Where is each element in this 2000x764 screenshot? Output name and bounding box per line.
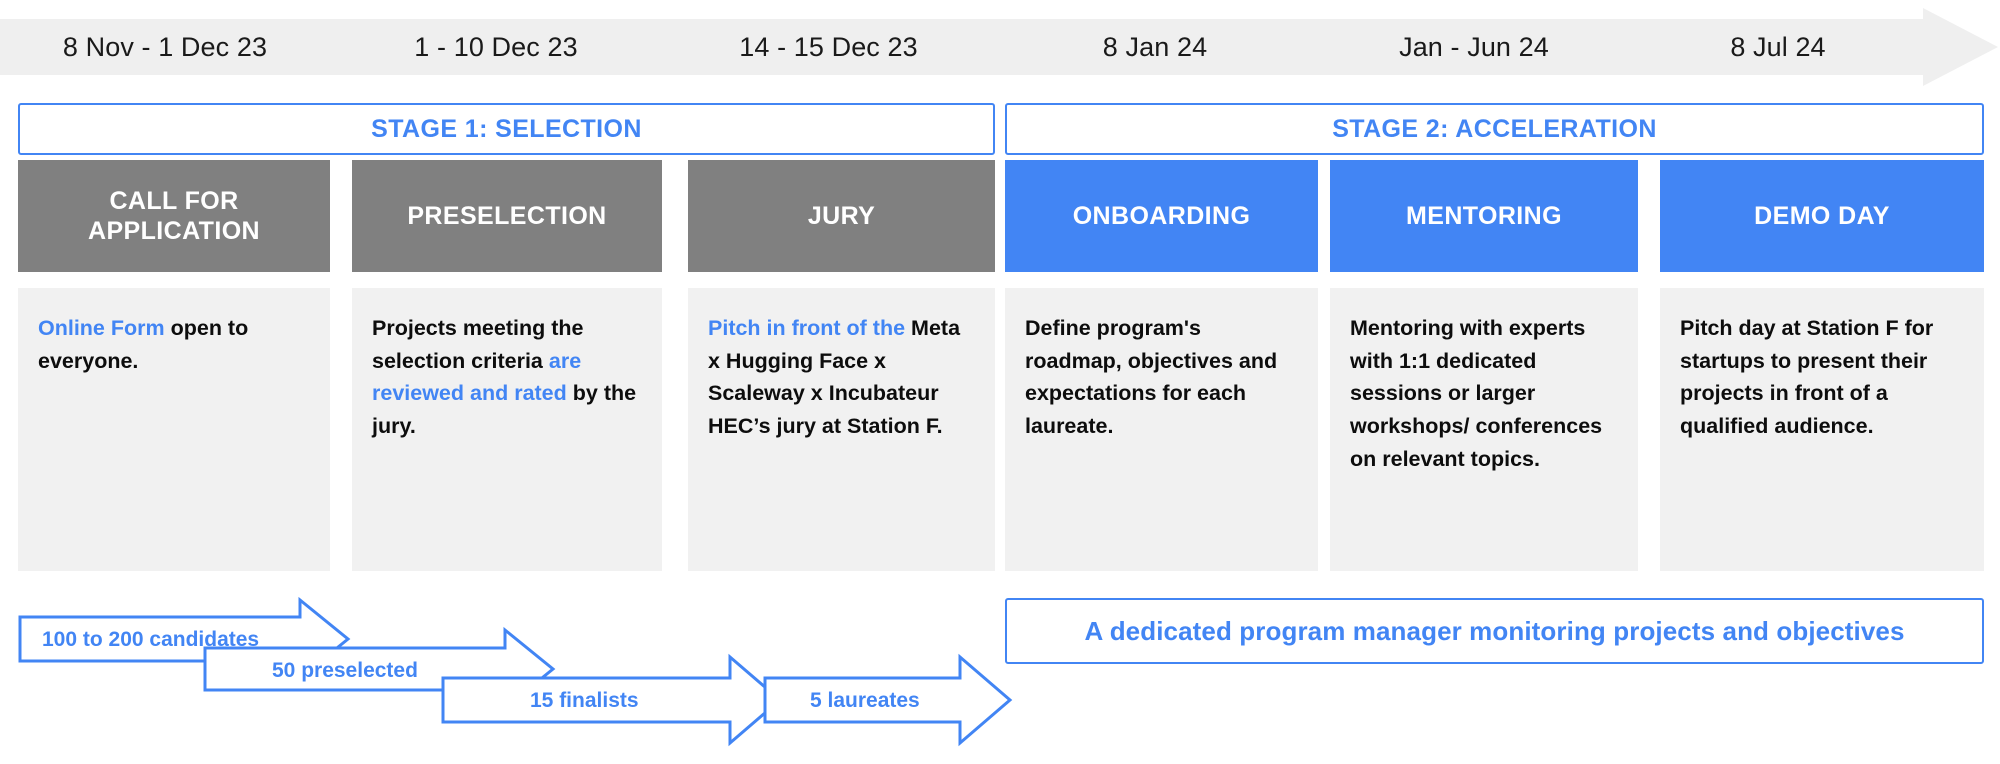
phase-body-text: Pitch in front of the Meta x Hugging Fac… xyxy=(708,316,961,439)
stage-banner-acceleration-label: STAGE 2: ACCELERATION xyxy=(1332,114,1657,143)
funnel-arrow-4-shape xyxy=(763,653,1013,747)
program-timeline-infographic: 8 Nov - 1 Dec 23 1 - 10 Dec 23 14 - 15 D… xyxy=(0,0,2000,764)
phase-body-mentoring: Mentoring with experts with 1:1 dedicate… xyxy=(1330,288,1638,571)
funnel-label-candidates: 100 to 200 candidates xyxy=(42,628,260,651)
phase-body-text: Pitch day at Station F for startups to p… xyxy=(1680,316,1934,439)
timeline-period-5: 8 Jul 24 xyxy=(1730,31,1826,62)
phase-body-call-for-application: Online Form open to everyone. xyxy=(18,288,330,571)
phase-header-call-for-application: CALL FOR APPLICATION xyxy=(18,160,330,272)
timeline-period-1: 1 - 10 Dec 23 xyxy=(414,31,578,62)
funnel-label-finalists: 15 finalists xyxy=(530,689,639,712)
phase-header-demo-day: DEMO DAY xyxy=(1660,160,1984,272)
phase-header-onboarding: ONBOARDING xyxy=(1005,160,1318,272)
funnel-arrow-2-shape xyxy=(203,626,556,712)
timeline-period-2: 14 - 15 Dec 23 xyxy=(739,31,918,62)
phase-header-jury: JURY xyxy=(688,160,995,272)
timeline-period-0: 8 Nov - 1 Dec 23 xyxy=(62,31,268,62)
phase-body-text: Projects meeting the selection criteria … xyxy=(372,316,637,439)
funnel-arrow-1-shape xyxy=(18,596,351,682)
stage-banner-selection: STAGE 1: SELECTION xyxy=(18,103,995,155)
phase-header-label: JURY xyxy=(807,201,876,230)
phase-column-onboarding: ONBOARDING Define program's roadmap, obj… xyxy=(1005,160,1318,571)
program-manager-box: A dedicated program manager monitoring p… xyxy=(1005,598,1984,664)
phase-body-preselection: Projects meeting the selection criteria … xyxy=(352,288,662,571)
phase-body-text: Online Form open to everyone. xyxy=(38,316,249,373)
phase-header-label: PRESELECTION xyxy=(407,201,607,230)
phase-header-label: DEMO DAY xyxy=(1754,201,1890,230)
phase-column-mentoring: MENTORING Mentoring with experts with 1:… xyxy=(1330,160,1638,571)
phase-column-demo-day: DEMO DAY Pitch day at Station F for star… xyxy=(1660,160,1984,571)
program-manager-label: A dedicated program manager monitoring p… xyxy=(1084,615,1905,646)
phase-header-label: ONBOARDING xyxy=(1072,201,1251,230)
timeline-band: 8 Nov - 1 Dec 23 1 - 10 Dec 23 14 - 15 D… xyxy=(0,8,2000,86)
phase-body-text: Define program's roadmap, objectives and… xyxy=(1025,316,1278,439)
phase-column-call-for-application: CALL FOR APPLICATION Online Form open to … xyxy=(18,160,330,571)
phase-body-jury: Pitch in front of the Meta x Hugging Fac… xyxy=(688,288,995,571)
funnel-label-laureates: 5 laureates xyxy=(810,689,920,712)
stage-banner-selection-label: STAGE 1: SELECTION xyxy=(371,114,642,143)
phase-body-text: Mentoring with experts with 1:1 dedicate… xyxy=(1350,316,1603,471)
phase-header-mentoring: MENTORING xyxy=(1330,160,1638,272)
phase-body-onboarding: Define program's roadmap, objectives and… xyxy=(1005,288,1318,571)
phase-column-jury: JURY Pitch in front of the Meta x Huggin… xyxy=(688,160,995,571)
phase-body-demo-day: Pitch day at Station F for startups to p… xyxy=(1660,288,1984,571)
phase-header-preselection: PRESELECTION xyxy=(352,160,662,272)
timeline-period-4: Jan - Jun 24 xyxy=(1399,31,1549,62)
stage-banner-acceleration: STAGE 2: ACCELERATION xyxy=(1005,103,1984,155)
phase-header-label: MENTORING xyxy=(1406,201,1562,230)
phase-header-label: CALL FOR APPLICATION xyxy=(88,186,260,246)
phase-column-preselection: PRESELECTION Projects meeting the select… xyxy=(352,160,662,571)
timeline-period-3: 8 Jan 24 xyxy=(1102,31,1208,62)
timeline-period-labels: 8 Nov - 1 Dec 23 1 - 10 Dec 23 14 - 15 D… xyxy=(0,19,1923,75)
funnel-label-preselected: 50 preselected xyxy=(272,659,418,682)
funnel-arrow-3-shape xyxy=(441,653,783,747)
